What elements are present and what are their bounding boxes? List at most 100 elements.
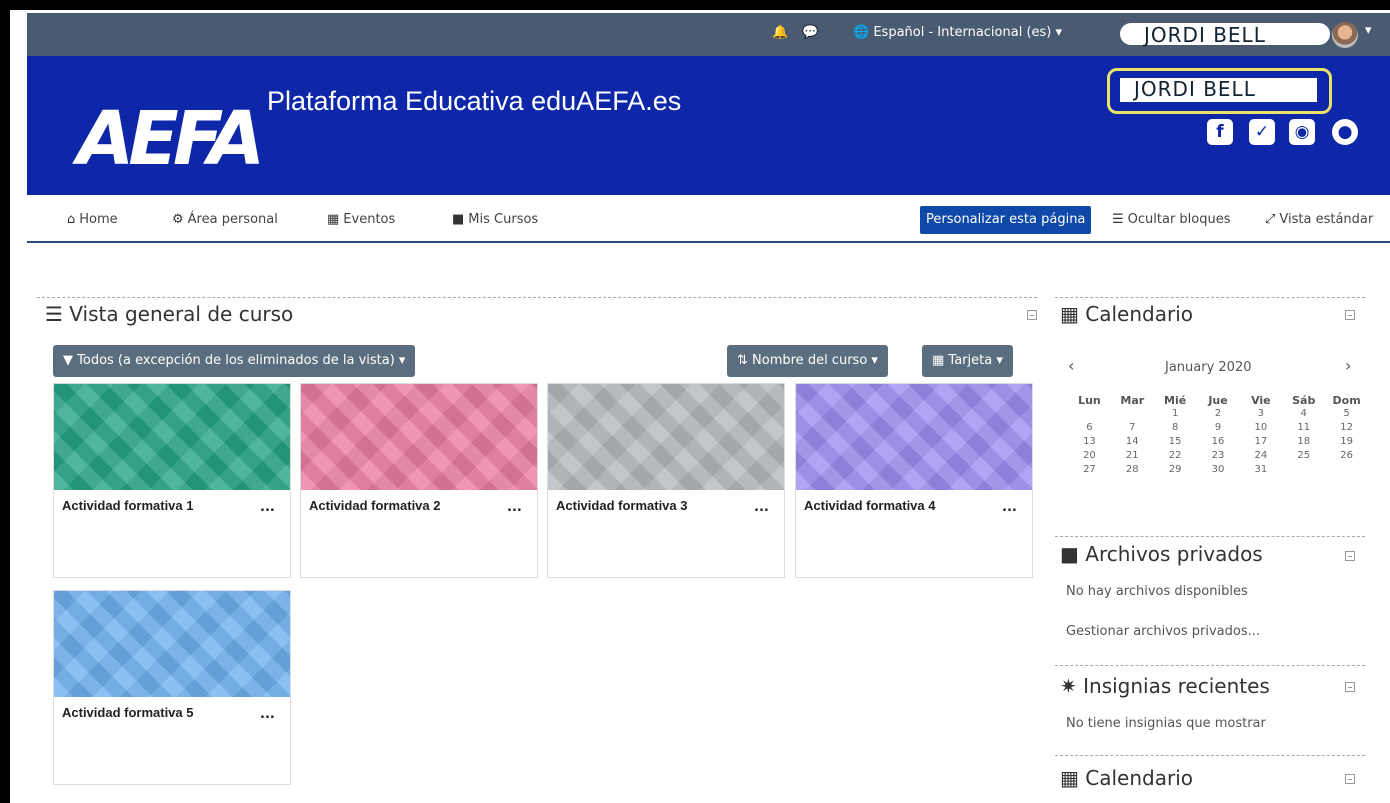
chevron-down-icon[interactable]: ▾ xyxy=(1365,23,1372,38)
course-card[interactable]: Actividad formativa 3... xyxy=(547,383,785,578)
course-name[interactable]: Actividad formativa 5 xyxy=(62,705,212,721)
calendar-day[interactable]: 4 xyxy=(1282,408,1325,422)
nav-personal-area[interactable]: ⚙ Área personal xyxy=(172,212,278,227)
divider xyxy=(37,297,1037,298)
calendar-day[interactable]: 16 xyxy=(1197,436,1240,450)
filter-dropdown[interactable]: ▼ Todos (a excepción de los eliminados d… xyxy=(53,345,416,377)
chat-icon[interactable]: 💬 xyxy=(802,25,818,40)
instagram-icon[interactable]: ◉ xyxy=(1289,119,1315,145)
nav-events[interactable]: ▦ Eventos xyxy=(327,212,395,227)
course-name[interactable]: Actividad formativa 4 xyxy=(804,498,954,514)
course-name[interactable]: Actividad formativa 1 xyxy=(62,498,212,514)
calendar-day[interactable]: 20 xyxy=(1068,450,1111,464)
briefcase-icon: ■ xyxy=(452,212,465,227)
calendar-weekdays: Lun Mar Mié Jue Vie Sáb Dom xyxy=(1068,394,1368,408)
calendar-day[interactable]: 13 xyxy=(1068,436,1111,450)
collapse-icon[interactable] xyxy=(1345,551,1355,561)
course-image[interactable] xyxy=(796,384,1032,490)
calendar-weekday: Sáb xyxy=(1292,394,1316,407)
calendar-day[interactable]: 18 xyxy=(1282,436,1325,450)
course-card[interactable]: Actividad formativa 2... xyxy=(300,383,538,578)
no-files-text: No hay archivos disponibles xyxy=(1066,584,1248,599)
user-menu[interactable]: JORDI BELL xyxy=(1120,23,1330,47)
calendar-day[interactable]: 19 xyxy=(1325,436,1368,450)
calendar-day[interactable]: 11 xyxy=(1282,422,1325,436)
manage-files-link[interactable]: Gestionar archivos privados... xyxy=(1066,624,1260,639)
site-logo[interactable]: AEFA xyxy=(77,96,265,182)
calendar-day[interactable]: 27 xyxy=(1068,464,1111,478)
calendar-weekday: Vie xyxy=(1251,394,1271,407)
calendar-day[interactable]: 30 xyxy=(1197,464,1240,478)
course-menu-button[interactable]: ... xyxy=(1002,500,1017,515)
avatar[interactable] xyxy=(1332,22,1358,48)
calendar-day[interactable]: 31 xyxy=(1239,464,1282,478)
bell-icon[interactable]: 🔔 xyxy=(772,25,788,40)
course-menu-button[interactable]: ... xyxy=(754,500,769,515)
collapse-icon[interactable] xyxy=(1345,310,1355,320)
course-menu-button[interactable]: ... xyxy=(507,500,522,515)
nav-home-label: Home xyxy=(79,212,118,227)
browser-frame: 🔔 💬 🌐 Español - Internacional (es) ▾ JOR… xyxy=(10,10,1390,803)
hide-blocks-button[interactable]: ☰ Ocultar bloques xyxy=(1112,212,1231,227)
highlight-name: JORDI BELL xyxy=(1134,77,1256,101)
course-menu-button[interactable]: ... xyxy=(260,707,275,722)
calendar-day[interactable]: 29 xyxy=(1154,464,1197,478)
nav-courses-label: Mis Cursos xyxy=(468,212,539,227)
calendar-day[interactable]: 24 xyxy=(1239,450,1282,464)
calendar-block-title: ▦ Calendario xyxy=(1060,302,1193,326)
collapse-icon[interactable] xyxy=(1345,682,1355,692)
sort-dropdown[interactable]: ⇅ Nombre del curso ▾ xyxy=(727,345,888,377)
calendar-month: January 2020 xyxy=(1165,360,1252,375)
course-card[interactable]: Actividad formativa 1... xyxy=(53,383,291,578)
course-overview-title: ☰ Vista general de curso xyxy=(45,302,293,326)
course-image[interactable] xyxy=(548,384,784,490)
calendar-day[interactable]: 6 xyxy=(1068,422,1111,436)
course-image[interactable] xyxy=(54,384,290,490)
calendar-day[interactable]: 2 xyxy=(1197,408,1240,422)
calendar-day[interactable]: 14 xyxy=(1111,436,1154,450)
standard-view-button[interactable]: ⤢ Vista estándar xyxy=(1265,212,1373,227)
course-name[interactable]: Actividad formativa 3 xyxy=(556,498,706,514)
next-month-icon[interactable]: › xyxy=(1345,356,1351,375)
compress-icon: ⤢ xyxy=(1265,212,1276,227)
calendar-day[interactable]: 28 xyxy=(1111,464,1154,478)
calendar2-title-text: Calendario xyxy=(1085,766,1193,790)
calendar-day[interactable]: 8 xyxy=(1154,422,1197,436)
twitter-icon[interactable]: ✓ xyxy=(1249,119,1275,145)
course-name[interactable]: Actividad formativa 2 xyxy=(309,498,459,514)
nav-my-courses[interactable]: ■ Mis Cursos xyxy=(452,212,538,227)
badges-title: ✷ Insignias recientes xyxy=(1060,674,1270,698)
calendar-day xyxy=(1111,408,1154,422)
calendar-day[interactable]: 9 xyxy=(1197,422,1240,436)
calendar-weekday: Jue xyxy=(1208,394,1228,407)
facebook-icon[interactable]: f xyxy=(1207,119,1233,145)
globe-icon[interactable]: ● xyxy=(1332,119,1358,145)
calendar-day[interactable]: 23 xyxy=(1197,450,1240,464)
calendar-day[interactable]: 10 xyxy=(1239,422,1282,436)
course-menu-button[interactable]: ... xyxy=(260,500,275,515)
badge-icon: ✷ xyxy=(1060,674,1077,698)
calendar-day[interactable]: 12 xyxy=(1325,422,1368,436)
calendar-week: 6 7 8 9 10 11 12 xyxy=(1068,422,1368,436)
view-dropdown[interactable]: ▦ Tarjeta ▾ xyxy=(922,345,1013,377)
calendar-day[interactable]: 22 xyxy=(1154,450,1197,464)
prev-month-icon[interactable]: ‹ xyxy=(1068,356,1074,375)
calendar-day[interactable]: 21 xyxy=(1111,450,1154,464)
calendar-day[interactable]: 26 xyxy=(1325,450,1368,464)
calendar-day[interactable]: 15 xyxy=(1154,436,1197,450)
collapse-icon[interactable] xyxy=(1027,310,1037,320)
nav-home[interactable]: ⌂ Home xyxy=(67,212,118,227)
course-image[interactable] xyxy=(301,384,537,490)
language-menu[interactable]: 🌐 Español - Internacional (es) ▾ xyxy=(853,25,1062,40)
calendar-day[interactable]: 1 xyxy=(1154,408,1197,422)
customize-page-button[interactable]: Personalizar esta página xyxy=(920,206,1092,234)
course-image[interactable] xyxy=(54,591,290,697)
course-card[interactable]: Actividad formativa 4... xyxy=(795,383,1033,578)
calendar-day[interactable]: 3 xyxy=(1239,408,1282,422)
calendar-day[interactable]: 7 xyxy=(1111,422,1154,436)
collapse-icon[interactable] xyxy=(1345,774,1355,784)
calendar-day[interactable]: 17 xyxy=(1239,436,1282,450)
calendar-day[interactable]: 5 xyxy=(1325,408,1368,422)
calendar-day[interactable]: 25 xyxy=(1282,450,1325,464)
course-card[interactable]: Actividad formativa 5... xyxy=(53,590,291,785)
